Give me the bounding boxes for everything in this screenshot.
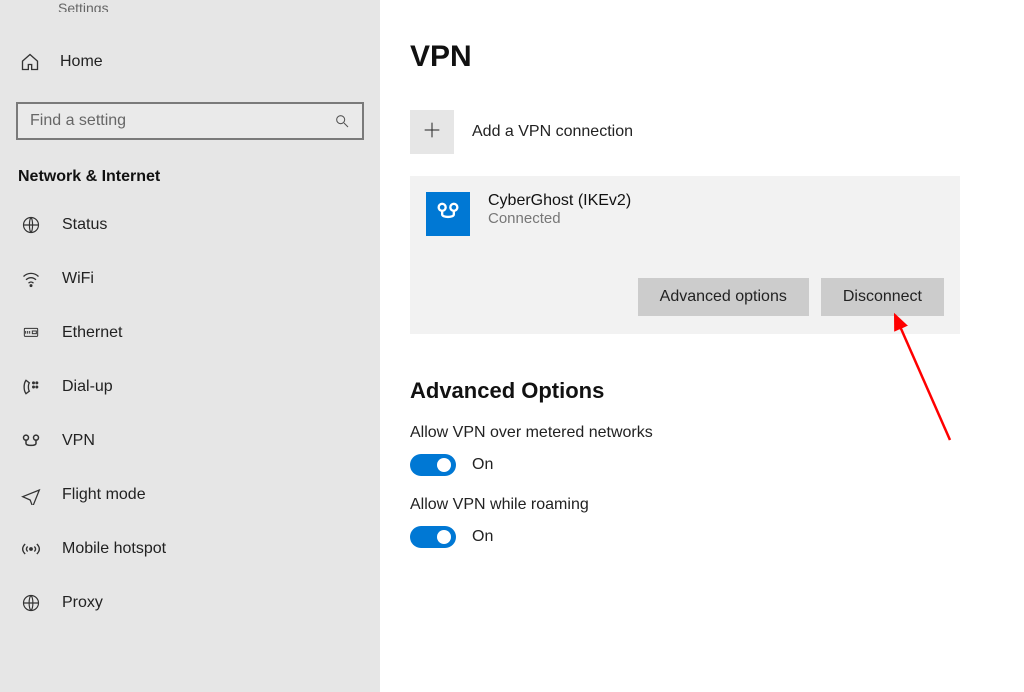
toggle-state-text: On [472,528,493,546]
sidebar-item-label: WiFi [62,270,94,288]
toggle-metered-networks: Allow VPN over metered networks On [410,424,994,476]
search-input[interactable] [30,112,318,130]
toggle-switch-metered[interactable] [410,454,456,476]
sidebar-item-mobile-hotspot[interactable]: Mobile hotspot [16,522,364,576]
toggle-knob [437,530,451,544]
wifi-icon [20,269,42,289]
ethernet-icon [20,323,42,343]
vpn-connection-icon [434,198,462,231]
sidebar-item-ethernet[interactable]: Ethernet [16,306,364,360]
sidebar-item-label: VPN [62,432,95,450]
status-icon [20,215,42,235]
sidebar-nav-list: Status WiFi [16,198,364,630]
sidebar-item-vpn[interactable]: VPN [16,414,364,468]
sidebar-item-label: Flight mode [62,486,146,504]
advanced-options-button[interactable]: Advanced options [638,278,809,316]
vpn-connection-card[interactable]: CyberGhost (IKEv2) Connected Advanced op… [410,176,960,334]
sidebar-item-status[interactable]: Status [16,198,364,252]
toggle-switch-roaming[interactable] [410,526,456,548]
hotspot-icon [20,539,42,559]
toggle-state-text: On [472,456,493,474]
vpn-connection-status: Connected [488,210,631,227]
sidebar-category-title: Network & Internet [16,168,364,186]
main-content: VPN Add a VPN connection [380,0,1024,692]
sidebar-item-label: Proxy [62,594,103,612]
add-tile [410,110,454,154]
sidebar-item-label: Mobile hotspot [62,540,166,558]
toggle-roaming: Allow VPN while roaming On [410,496,994,548]
dialup-icon [20,377,42,397]
sidebar-item-label: Dial-up [62,378,113,396]
toggle-label: Allow VPN over metered networks [410,424,994,442]
add-vpn-label: Add a VPN connection [472,123,633,141]
sidebar-item-proxy[interactable]: Proxy [16,576,364,630]
page-title: VPN [410,40,994,74]
settings-sidebar: Settings Home Network & Internet [0,0,380,692]
sidebar-item-label: Ethernet [62,324,122,342]
home-label: Home [60,53,103,71]
vpn-icon [20,431,42,451]
sidebar-item-flight-mode[interactable]: Flight mode [16,468,364,522]
search-icon [334,113,350,129]
add-vpn-connection[interactable]: Add a VPN connection [410,104,994,172]
flight-mode-icon [20,485,42,505]
home-button[interactable]: Home [16,40,364,84]
sidebar-item-label: Status [62,216,107,234]
toggle-knob [437,458,451,472]
home-icon [20,52,40,72]
search-box[interactable] [16,102,364,140]
advanced-options-heading: Advanced Options [410,378,994,404]
plus-icon [421,119,443,146]
disconnect-button[interactable]: Disconnect [821,278,944,316]
vpn-connection-name: CyberGhost (IKEv2) [488,192,631,210]
toggle-label: Allow VPN while roaming [410,496,994,514]
proxy-icon [20,593,42,613]
sidebar-item-wifi[interactable]: WiFi [16,252,364,306]
sidebar-item-dialup[interactable]: Dial-up [16,360,364,414]
vpn-connection-tile [426,192,470,236]
breadcrumb: Settings [16,0,364,12]
